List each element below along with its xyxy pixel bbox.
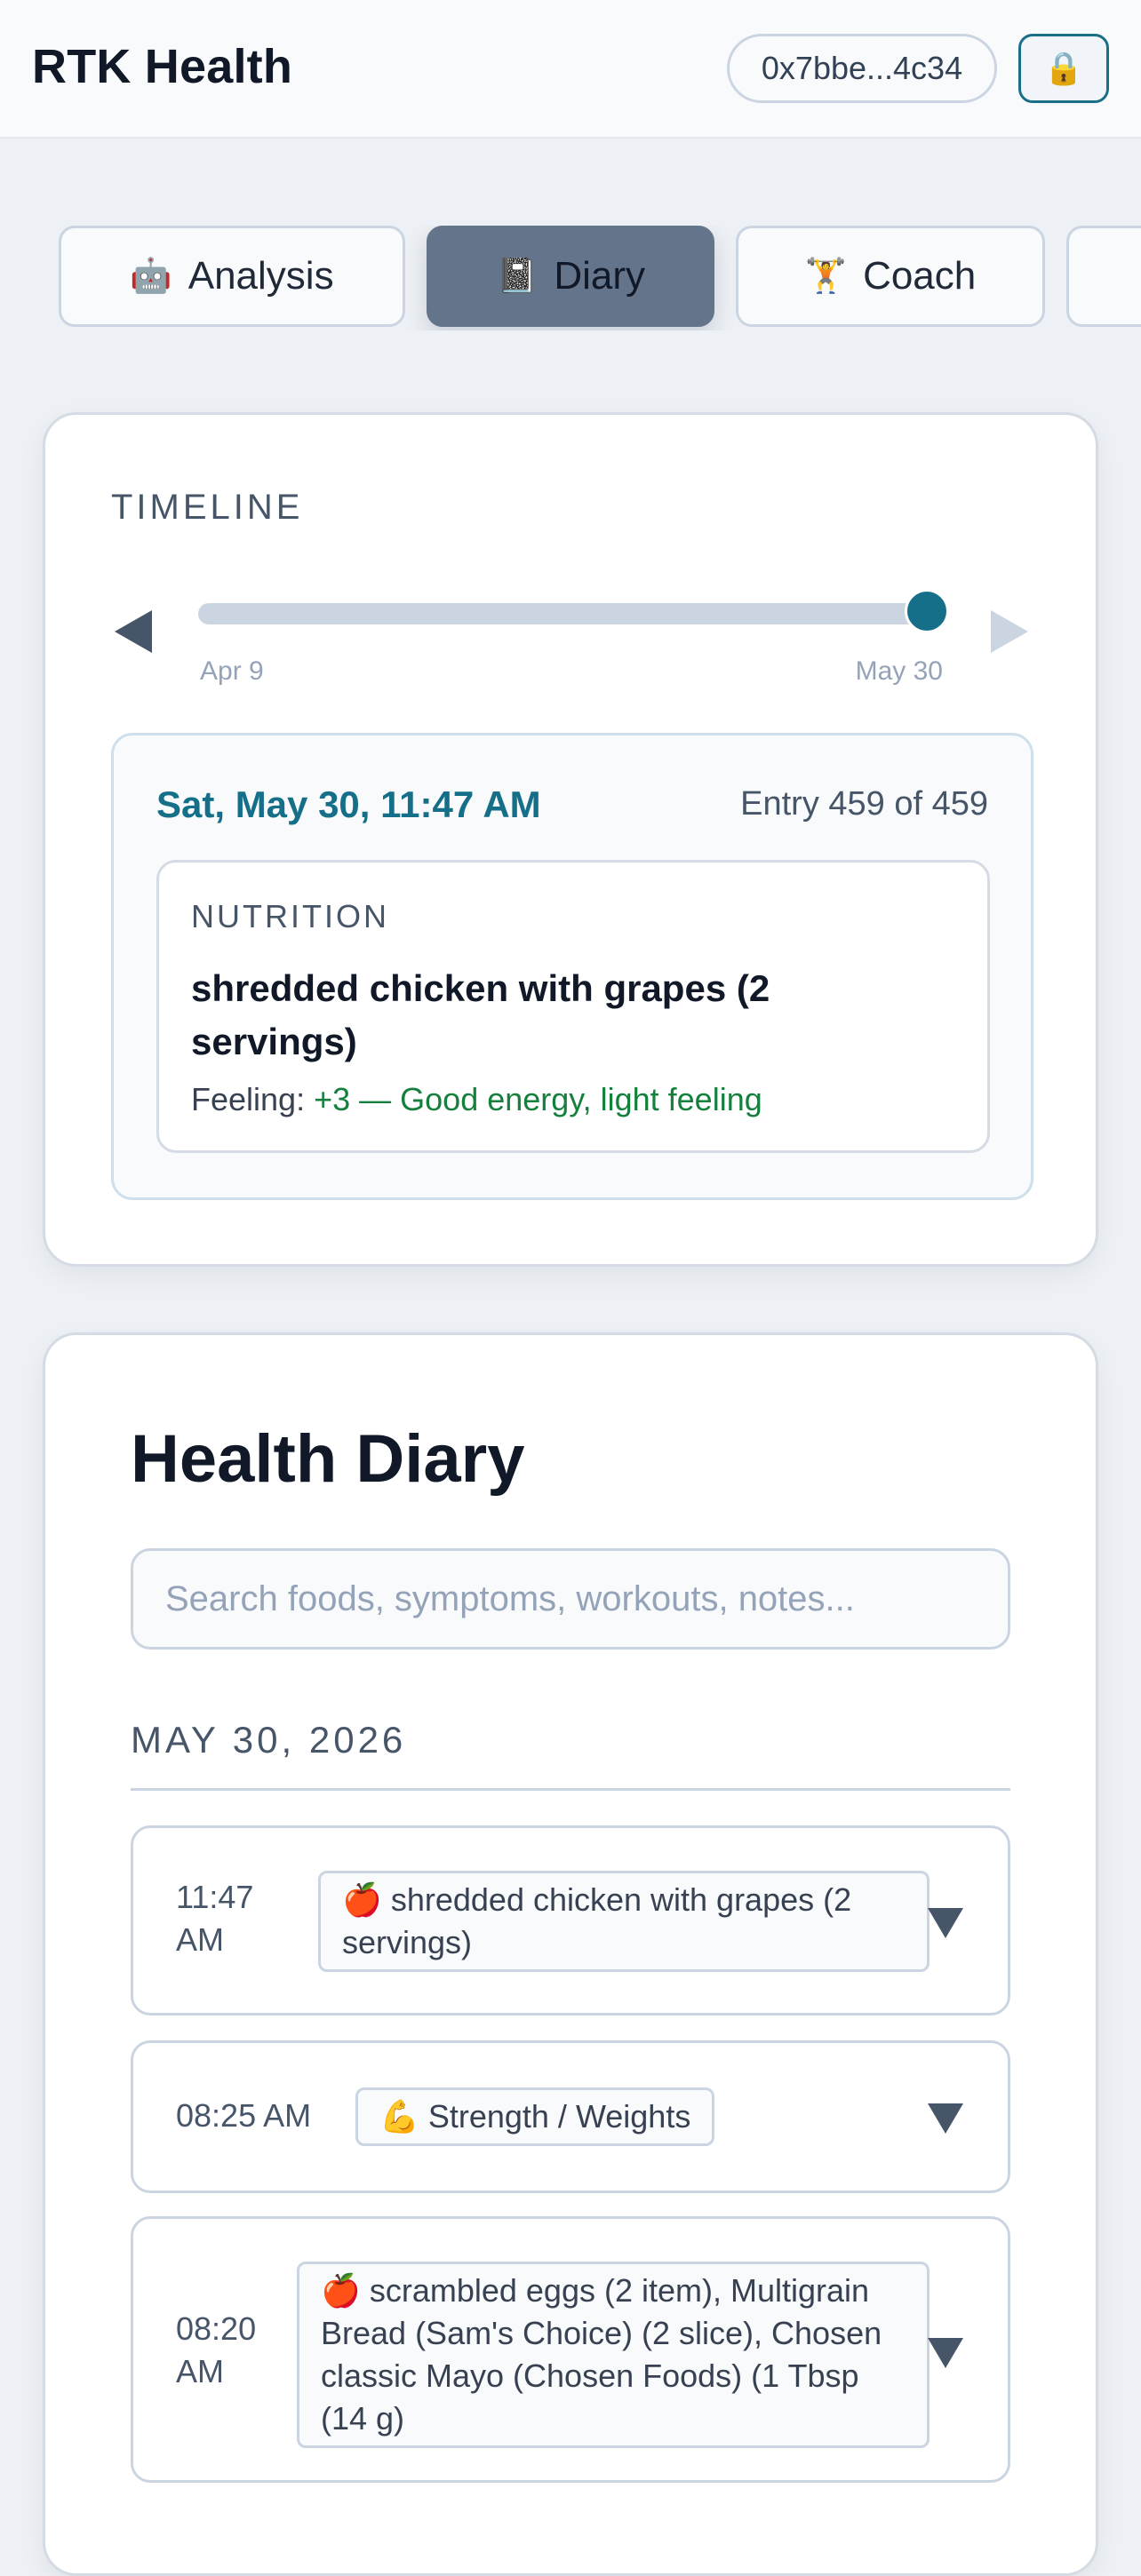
next-arrow-icon[interactable] [991, 610, 1028, 653]
app-title: RTK Health [32, 40, 293, 93]
timeline-range-start: Apr 9 [200, 656, 264, 686]
diary-entry-row[interactable]: 11:47 AM 🍎 shredded chicken with grapes … [131, 1825, 1010, 2015]
weightlifter-icon: 🏋 [804, 258, 848, 295]
lock-icon: 🔒 [1043, 50, 1084, 86]
tab-label: Analysis [188, 254, 334, 298]
robot-icon: 🤖 [130, 258, 172, 295]
timeline-slider-track[interactable] [198, 603, 945, 624]
flexed-bicep-icon: 💪 [379, 2098, 419, 2135]
diary-search-input[interactable] [131, 1548, 1010, 1650]
wallet-address-pill[interactable]: 0x7bbe...4c34 [727, 34, 997, 103]
entry-time: 08:25 AM [176, 2097, 312, 2134]
timeline-range-end: May 30 [855, 656, 943, 686]
tab-more[interactable] [1066, 226, 1141, 327]
apple-icon: 🍎 [342, 1881, 382, 1918]
entry-summary: scrambled eggs (2 item), Multigrain Brea… [321, 2272, 882, 2437]
previous-arrow-icon[interactable] [115, 610, 152, 653]
top-bar: RTK Health 0x7bbe...4c34 🔒 [0, 0, 1141, 139]
tab-label: Coach [863, 254, 977, 298]
entry-summary-chip: 🍎 scrambled eggs (2 item), Multigrain Br… [297, 2262, 930, 2448]
diary-title: Health Diary [131, 1421, 525, 1497]
tab-analysis[interactable]: 🤖 Analysis [59, 226, 405, 327]
entry-detail: NUTRITION shredded chicken with grapes (… [156, 860, 990, 1153]
entry-summary: shredded chicken with grapes (2 servings… [342, 1881, 852, 1960]
timeline-label: TIMELINE [111, 488, 304, 527]
entry-feeling: Feeling: +3 — Good energy, light feeling [191, 1081, 762, 1118]
expand-caret-icon[interactable] [928, 1908, 963, 1938]
expand-caret-icon[interactable] [928, 2338, 963, 2368]
diary-entry-row[interactable]: 08:20 AM 🍎 scrambled eggs (2 item), Mult… [131, 2216, 1010, 2483]
tab-bar: 🤖 Analysis 📓 Diary 🏋 Coach [0, 226, 1141, 330]
entry-counter: Entry 459 of 459 [740, 785, 988, 823]
entry-summary: Strength / Weights [427, 2098, 691, 2135]
apple-icon: 🍎 [321, 2272, 361, 2309]
expand-caret-icon[interactable] [928, 2103, 963, 2134]
entry-datetime: Sat, May 30, 11:47 AM [156, 783, 541, 825]
diary-entry-row[interactable]: 08:25 AM 💪 Strength / Weights [131, 2040, 1010, 2193]
entry-time: 11:47 AM [176, 1879, 254, 1958]
timeline-slider-thumb[interactable] [905, 589, 949, 633]
health-diary-card: Health Diary MAY 30, 2026 11:47 AM 🍎 shr… [43, 1332, 1098, 2576]
tab-diary[interactable]: 📓 Diary [427, 226, 714, 327]
entry-summary-chip: 💪 Strength / Weights [355, 2087, 715, 2146]
lock-button[interactable]: 🔒 [1018, 34, 1109, 103]
tab-coach[interactable]: 🏋 Coach [736, 226, 1045, 327]
date-divider [131, 1788, 1010, 1791]
entry-summary-chip: 🍎 shredded chicken with grapes (2 servin… [318, 1871, 930, 1972]
feeling-label: Feeling: [191, 1081, 306, 1117]
tab-label: Diary [554, 254, 645, 298]
notebook-icon: 📓 [495, 258, 539, 295]
entry-time: 08:20 AM [176, 2310, 257, 2389]
entry-category: NUTRITION [191, 898, 389, 934]
feeling-value: +3 — Good energy, light feeling [314, 1081, 762, 1117]
entry-title: shredded chicken with grapes (2 servings… [191, 967, 770, 1062]
date-heading: MAY 30, 2026 [131, 1719, 407, 1761]
timeline-card: TIMELINE Apr 9 May 30 Sat, May 30, 11:47… [43, 412, 1098, 1267]
current-entry: Sat, May 30, 11:47 AM Entry 459 of 459 N… [111, 733, 1033, 1200]
